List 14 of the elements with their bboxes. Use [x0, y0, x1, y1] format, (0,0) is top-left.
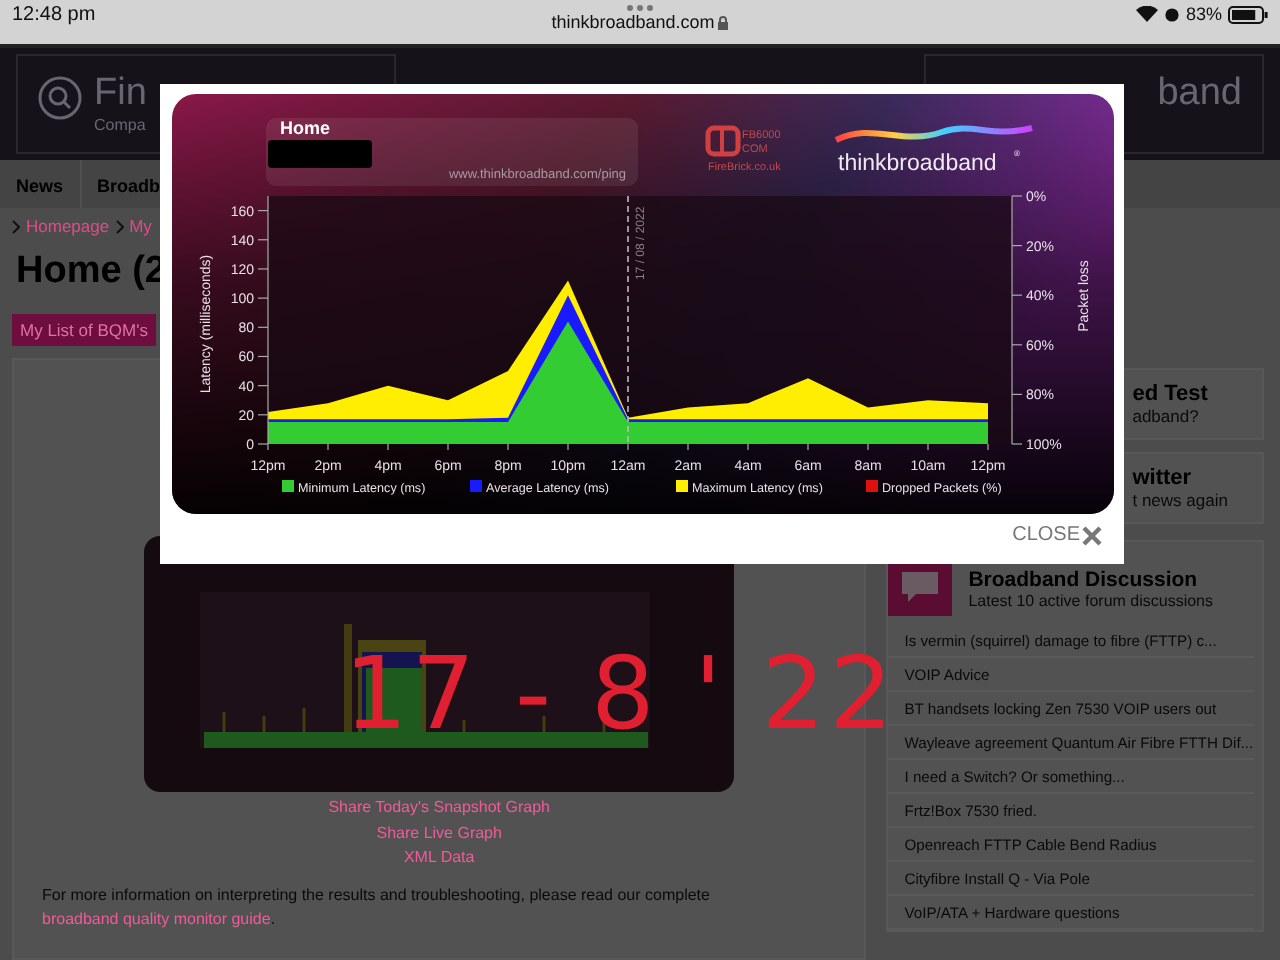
- info-paragraph: For more information on interpreting the results and troubleshooting, please read our complete broadband quality monitor guide.: [42, 883, 712, 931]
- card-subtitle: adband?: [1132, 406, 1201, 426]
- tile-title: Fin: [94, 72, 147, 116]
- brand-logo: thinkbroadband: [838, 152, 997, 176]
- discussion-title: Broadband Discussion: [968, 567, 1200, 591]
- tile-title: band: [1157, 72, 1242, 116]
- battery-percentage: 83%: [1185, 4, 1222, 24]
- card-title: ed Test: [1132, 382, 1210, 406]
- card-subtitle: t news again: [1132, 490, 1230, 510]
- clock-time: 12:48 pm: [12, 4, 96, 26]
- card-title: witter: [1132, 466, 1194, 490]
- tile-subtitle: Compa: [94, 116, 147, 134]
- location-label: Home: [280, 118, 331, 138]
- discussion-subtitle: Latest 10 active forum discussions: [968, 591, 1213, 609]
